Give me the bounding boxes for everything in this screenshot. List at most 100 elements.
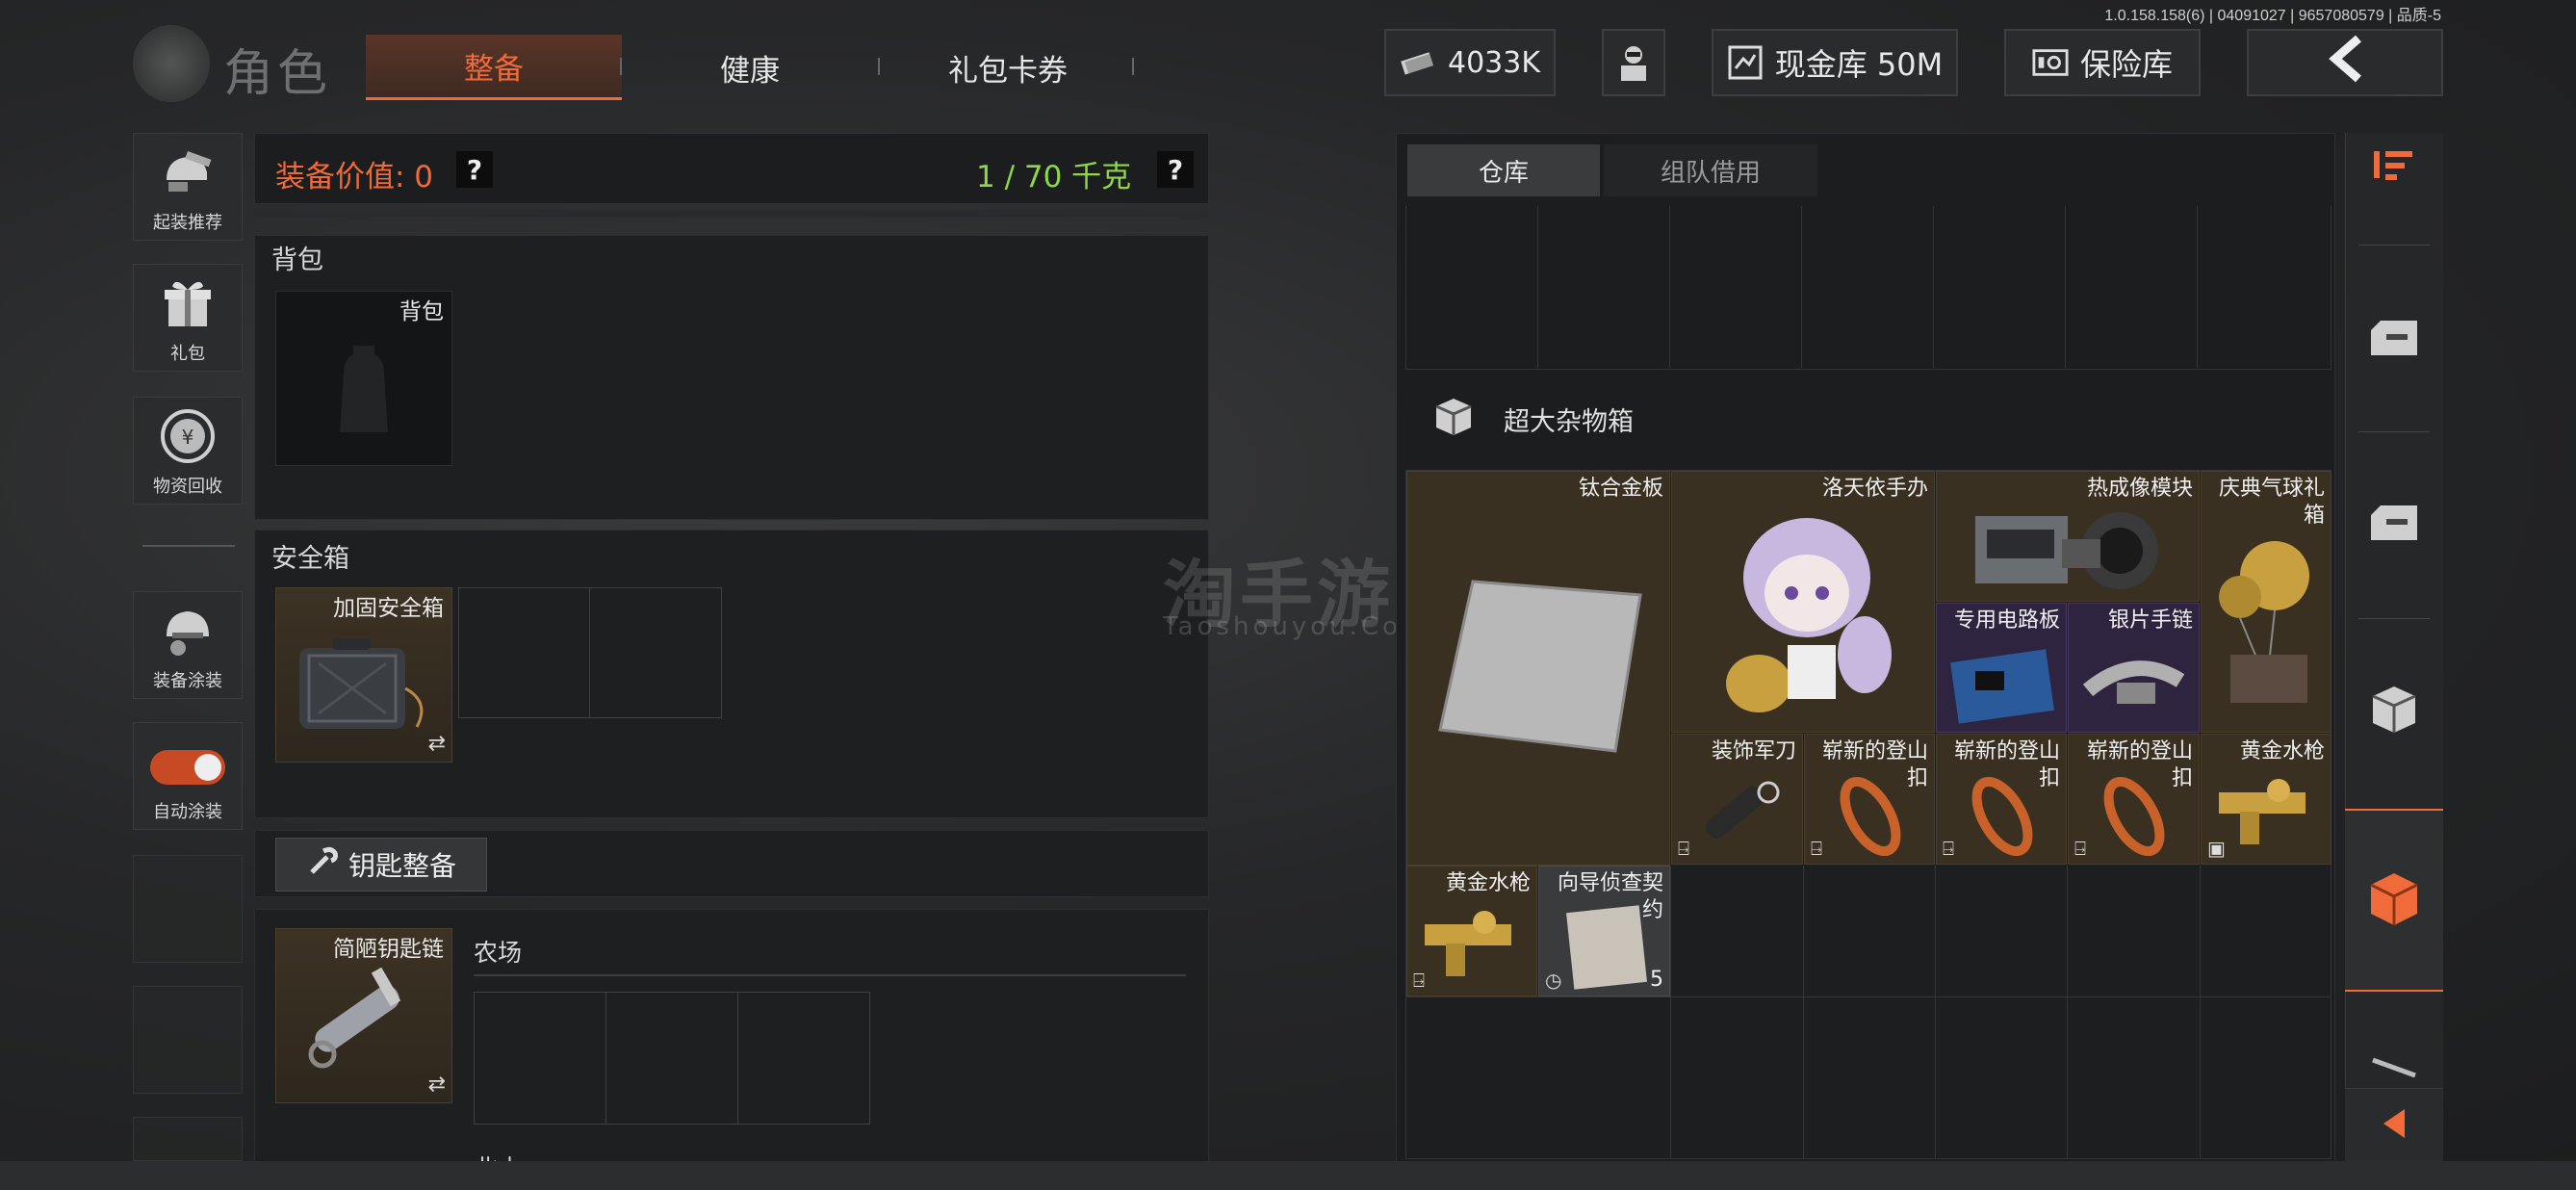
equipment-value: 装备价值: 0 xyxy=(275,160,434,194)
svg-text:¥: ¥ xyxy=(182,426,194,449)
sidebar-empty-slot xyxy=(133,986,243,1094)
rail-container-4[interactable] xyxy=(2345,1049,2443,1088)
anime-figure-icon xyxy=(1726,518,1892,712)
sidebar-item-auto-paint[interactable]: 自动涂装 xyxy=(133,722,243,830)
item-titanium-plate[interactable]: 钛合金板 xyxy=(1406,471,1670,866)
sort-button[interactable] xyxy=(2345,114,2443,220)
gift-icon xyxy=(159,274,217,332)
rail-container-active[interactable] xyxy=(2345,809,2443,992)
back-button[interactable] xyxy=(2247,29,2443,96)
collapse-left-icon xyxy=(2380,1107,2409,1144)
box-tag-icon: ▣ xyxy=(2207,837,2226,860)
key-cell[interactable] xyxy=(606,993,738,1124)
grid-line xyxy=(2200,866,2201,1159)
operator-button[interactable] xyxy=(1602,29,1665,96)
box-icon xyxy=(2369,683,2419,740)
safebox-cell[interactable] xyxy=(590,588,721,717)
weight-help-button[interactable]: ? xyxy=(1157,151,1194,188)
backpack-slot[interactable]: 背包 xyxy=(275,291,452,466)
key-cell[interactable] xyxy=(738,993,869,1124)
safebox-slot-label: 加固安全箱 xyxy=(333,596,444,621)
keychain-icon xyxy=(308,968,401,1069)
item-circuit-board[interactable]: 专用电路板 xyxy=(1936,603,2067,733)
header-divider xyxy=(254,210,1209,218)
item-carabiner[interactable]: 崭新的登山扣 ⍈ xyxy=(1804,734,1935,865)
sidebar-item-equip-paint[interactable]: 装备涂装 xyxy=(133,591,243,699)
key-equip-label: 钥匙整备 xyxy=(348,850,456,882)
tab-health[interactable]: 健康 xyxy=(622,35,878,100)
auto-paint-toggle[interactable] xyxy=(150,750,225,785)
cash-vault-label: 现金库 50M xyxy=(1774,46,1944,83)
knife-icon xyxy=(2367,1052,2421,1085)
item-silver-bracelet[interactable]: 银片手链 xyxy=(2068,603,2200,733)
grid-line xyxy=(1935,866,1936,1159)
bracelet-icon xyxy=(2082,660,2185,704)
cash-vault-button[interactable]: 现金库 50M xyxy=(1712,29,1958,96)
thermal-camera-icon xyxy=(1975,512,2158,589)
reinforced-case-icon xyxy=(299,638,424,729)
item-balloon-box[interactable]: 庆典气球礼箱 xyxy=(2201,471,2331,733)
farm-label: 农场 xyxy=(474,939,523,967)
rail-container-3[interactable] xyxy=(2345,659,2443,764)
swap-icon[interactable]: ⇄ xyxy=(428,732,446,756)
watermark-sub: Taoshouyou.Com xyxy=(1163,612,1430,641)
tab-team-borrow[interactable]: 组队借用 xyxy=(1604,144,1817,196)
tab-equip[interactable]: 整备 xyxy=(366,35,622,100)
item-gold-water-gun[interactable]: 黄金水枪 ▣ xyxy=(2201,734,2331,865)
item-count: 5 xyxy=(1650,968,1663,992)
balloon-gift-icon xyxy=(2219,541,2309,703)
swap-icon[interactable]: ⇄ xyxy=(428,1073,446,1097)
exit-tag-icon: ⍈ xyxy=(1413,969,1425,992)
item-gold-water-gun[interactable]: 黄金水枪 ⍈ xyxy=(1406,866,1537,996)
grid-line xyxy=(2067,866,2068,1159)
item-scout-contract[interactable]: 向导侦查契约 ◷ 5 xyxy=(1538,866,1670,996)
cash-icon xyxy=(1400,44,1436,81)
keychain-slot[interactable]: 简陋钥匙链 ⇄ xyxy=(275,928,452,1103)
sidebar-item-loadout-recommend[interactable]: 起装推荐 xyxy=(133,133,243,241)
carabiner-icon xyxy=(1971,776,2033,857)
item-figure[interactable]: 洛天依手办 xyxy=(1671,471,1935,733)
item-carabiner[interactable]: 崭新的登山扣 ⍈ xyxy=(1936,734,2067,865)
sidebar-empty-slot xyxy=(133,1117,243,1161)
item-decor-saber[interactable]: 装饰军刀 ⍈ xyxy=(1671,734,1803,865)
sidebar-divider xyxy=(142,545,235,547)
exit-tag-icon: ⍈ xyxy=(1943,837,1954,860)
key-equip-button[interactable]: 钥匙整备 xyxy=(275,838,487,892)
item-name: 装饰军刀 xyxy=(1711,739,1796,763)
item-name: 洛天依手办 xyxy=(1821,477,1928,501)
safebox-slot[interactable]: 加固安全箱 ⇄ xyxy=(275,587,452,763)
safe-icon xyxy=(2032,44,2069,81)
currency-display[interactable]: 4033K xyxy=(1384,29,1556,96)
key-cell[interactable] xyxy=(475,993,606,1124)
item-thermal-module[interactable]: 热成像模块 xyxy=(1936,471,2200,602)
tab-gift-cards[interactable]: 礼包卡券 xyxy=(880,35,1136,100)
safe-button[interactable]: 保险库 xyxy=(2004,29,2201,96)
rail-container-1[interactable] xyxy=(2345,287,2443,393)
metal-plate-icon xyxy=(1438,580,1642,753)
game-logo xyxy=(133,25,210,102)
recycle-icon: ¥ xyxy=(159,407,217,465)
water-gun-icon xyxy=(1425,911,1511,976)
item-name: 庆典气球礼箱 xyxy=(2218,477,2325,528)
tab-warehouse[interactable]: 仓库 xyxy=(1407,144,1600,196)
rail-collapse-button[interactable] xyxy=(2345,1088,2443,1161)
sidebar-empty-slot xyxy=(133,855,243,963)
rail-container-2[interactable] xyxy=(2345,472,2443,578)
grid-line xyxy=(1406,996,2331,997)
grid-line xyxy=(1670,866,1671,1159)
safebox-cell[interactable] xyxy=(459,588,590,717)
sidebar-item-gift[interactable]: 礼包 xyxy=(133,264,243,372)
item-carabiner[interactable]: 崭新的登山扣 ⍈ xyxy=(2068,734,2200,865)
grid-line xyxy=(1803,866,1804,1159)
safe-label: 保险库 xyxy=(2079,46,2173,83)
clock-tag-icon: ◷ xyxy=(1545,969,1562,992)
value-help-button[interactable]: ? xyxy=(456,151,493,188)
backpack-section-title: 背包 xyxy=(271,246,323,275)
circuit-board-icon xyxy=(1950,649,2054,724)
sidebar-item-recycle[interactable]: ¥ 物资回收 xyxy=(133,397,243,504)
sidebar-item-label: 装备涂装 xyxy=(153,671,222,691)
carabiner-icon xyxy=(1840,776,1901,857)
sidebar-item-label: 礼包 xyxy=(170,344,205,364)
exit-tag-icon: ⍈ xyxy=(1678,837,1689,860)
item-name: 专用电路板 xyxy=(1953,608,2060,633)
